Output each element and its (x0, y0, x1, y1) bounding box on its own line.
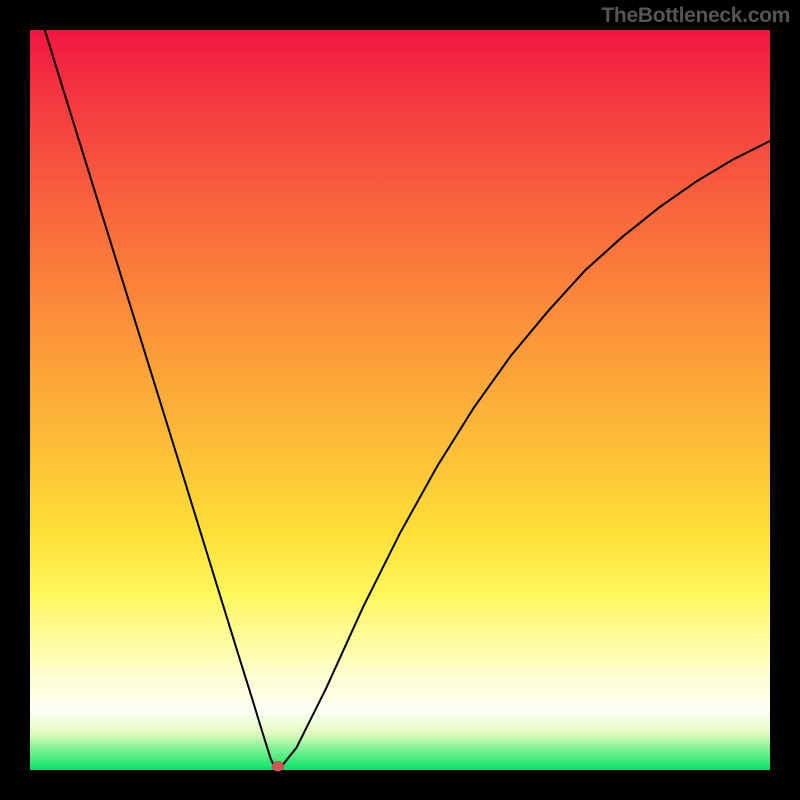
curve-svg (30, 30, 770, 770)
minimum-marker (272, 761, 284, 771)
plot-area (30, 30, 770, 770)
chart-frame: TheBottleneck.com (0, 0, 800, 800)
bottleneck-curve (45, 30, 770, 766)
watermark-label: TheBottleneck.com (601, 4, 790, 28)
